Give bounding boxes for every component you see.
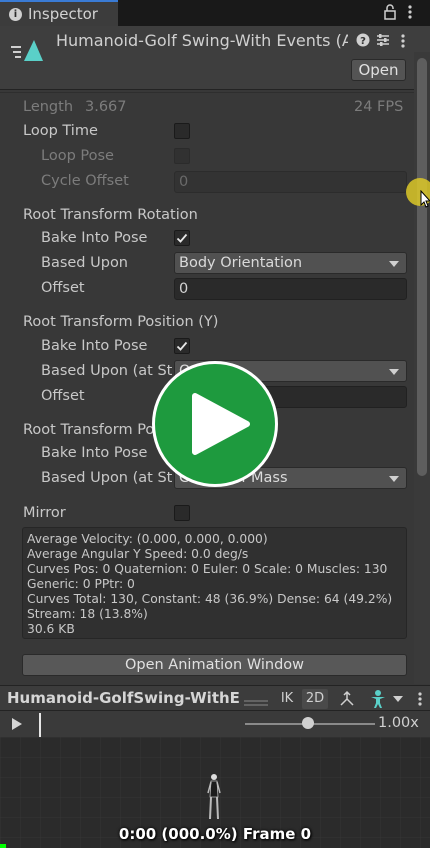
clip-info-box: Average Velocity: (0.000, 0.000, 0.000) …: [22, 527, 407, 639]
rotation-bake-label: Bake Into Pose: [41, 230, 148, 246]
dropdown-arrow-icon: [389, 261, 399, 267]
info-line: Average Velocity: (0.000, 0.000, 0.000): [27, 532, 268, 546]
frame-label: 0:00 (000.0%) Frame 0: [118, 825, 312, 843]
header-kebab-icon[interactable]: [399, 33, 407, 53]
length-label: Length: [23, 99, 74, 115]
tab-inspector[interactable]: i Inspector: [0, 0, 118, 26]
preview-timeline: 1.00x: [0, 711, 430, 737]
svg-text:?: ?: [360, 36, 366, 47]
position-y-bake-label: Bake Into Pose: [41, 338, 148, 354]
checkmark-icon: [176, 233, 188, 243]
cycle-offset-label: Cycle Offset: [41, 173, 129, 189]
tab-label: Inspector: [28, 5, 98, 23]
divider: [0, 92, 414, 93]
origin-marker: [0, 844, 6, 848]
avatar-icon[interactable]: [368, 689, 388, 713]
loop-pose-label: Loop Pose: [41, 148, 114, 164]
dropdown-arrow-icon: [389, 369, 399, 375]
position-y-bake-checkbox[interactable]: [174, 338, 190, 354]
mirror-label: Mirror: [23, 505, 66, 521]
checkmark-icon: [176, 341, 188, 351]
loop-time-checkbox[interactable]: [174, 123, 190, 139]
position-y-based-upon-label: Based Upon (at St: [41, 363, 173, 379]
info-line: Generic: 0 PPtr: 0: [27, 577, 135, 591]
clip-title: Humanoid-Golf Swing-With Events (A: [56, 31, 348, 50]
animation-clip-icon: [10, 37, 44, 67]
play-icon[interactable]: [12, 718, 22, 730]
info-line: 30.6 KB: [27, 622, 75, 636]
preview-viewport[interactable]: 0:00 (000.0%) Frame 0: [0, 737, 430, 848]
mirror-checkbox[interactable]: [174, 505, 190, 521]
info-line: Curves Total: 130, Constant: 48 (36.9%) …: [27, 592, 393, 606]
lock-icon[interactable]: [383, 4, 397, 24]
2d-toggle[interactable]: 2D: [302, 689, 328, 709]
open-animation-window-button[interactable]: Open Animation Window: [22, 654, 407, 676]
kebab-menu-icon[interactable]: [406, 4, 414, 24]
loop-pose-checkbox[interactable]: [174, 148, 190, 164]
position-xz-bake-label: Bake Into Pose: [41, 445, 148, 461]
humanoid-figure: [207, 774, 221, 820]
preview-kebab-icon[interactable]: [416, 691, 424, 711]
rotation-heading: Root Transform Rotation: [23, 207, 198, 223]
rotation-based-upon-label: Based Upon: [41, 255, 128, 271]
fps-value: 24 FPS: [354, 99, 404, 115]
info-line: Curves Pos: 0 Quaternion: 0 Euler: 0 Sca…: [27, 562, 388, 576]
preview-title: Humanoid-GolfSwing-WithEve: [7, 689, 239, 707]
info-line: Stream: 18 (13.8%): [27, 607, 148, 621]
preset-icon[interactable]: [376, 33, 390, 51]
dropdown-arrow-icon: [389, 476, 399, 482]
position-xz-based-upon-label: Based Upon (at St: [41, 470, 173, 486]
ik-toggle[interactable]: IK: [276, 689, 298, 709]
position-y-heading: Root Transform Position (Y): [23, 314, 219, 330]
play-triangle-icon: [192, 393, 250, 455]
pivot-icon[interactable]: [338, 690, 356, 712]
tab-bar: i Inspector: [0, 0, 430, 26]
speed-slider-thumb[interactable]: [302, 717, 314, 729]
open-button[interactable]: Open: [351, 59, 406, 81]
loop-time-label: Loop Time: [23, 123, 98, 139]
length-value: 3.667: [85, 99, 127, 115]
position-y-offset-label: Offset: [41, 388, 85, 404]
rotation-bake-checkbox[interactable]: [174, 230, 190, 246]
preview-toolbar: Humanoid-GolfSwing-WithEve IK 2D: [0, 685, 430, 711]
mouse-cursor-icon: [420, 189, 430, 212]
info-line: Average Angular Y Speed: 0.0 deg/s: [27, 547, 249, 561]
help-icon[interactable]: ?: [356, 33, 370, 51]
chevron-down-icon[interactable]: [393, 696, 403, 702]
drag-handle-icon[interactable]: [244, 695, 268, 711]
video-play-button[interactable]: [152, 361, 278, 487]
rotation-based-upon-value: Body Orientation: [179, 255, 303, 271]
rotation-based-upon-dropdown[interactable]: Body Orientation: [174, 252, 407, 274]
rotation-offset-field[interactable]: 0: [174, 278, 407, 300]
info-icon: i: [9, 8, 22, 21]
speed-value: 1.00x: [378, 715, 419, 731]
cycle-offset-field[interactable]: 0: [174, 171, 407, 193]
rotation-offset-label: Offset: [41, 280, 85, 296]
timeline-cursor[interactable]: [39, 713, 41, 737]
scrollbar-thumb[interactable]: [417, 58, 427, 476]
